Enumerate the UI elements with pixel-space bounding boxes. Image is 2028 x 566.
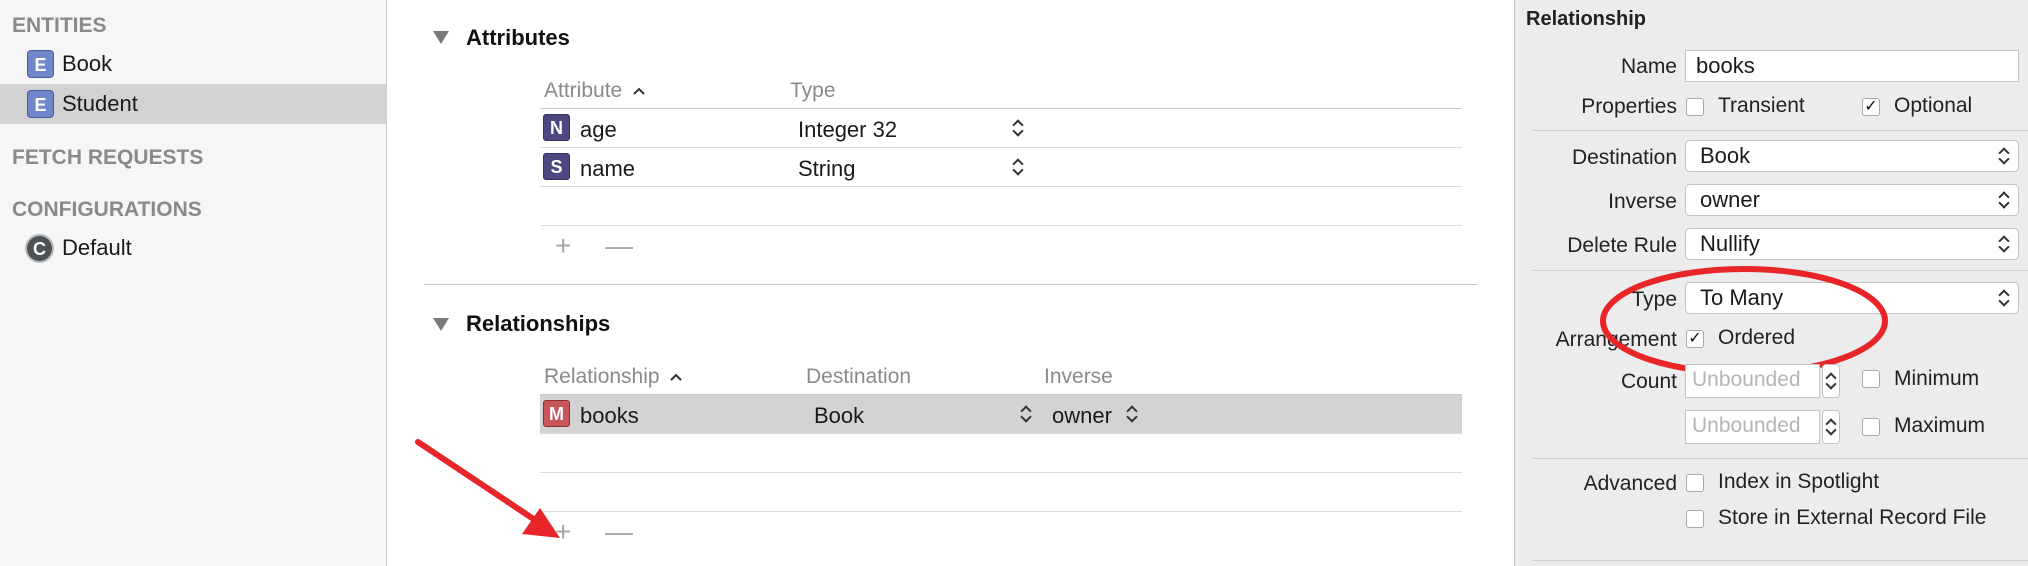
section-divider bbox=[424, 284, 1478, 285]
entity-icon: E bbox=[27, 50, 54, 78]
inspector-divider bbox=[1532, 560, 2028, 561]
external-record-checkbox[interactable] bbox=[1686, 510, 1704, 528]
minimum-count-stepper[interactable] bbox=[1822, 364, 1840, 398]
inverse-column-header[interactable]: Inverse bbox=[1044, 365, 1113, 389]
popup-stepper-icon bbox=[1998, 145, 2010, 167]
attribute-name[interactable]: name bbox=[580, 156, 635, 182]
relationship-type-icon: M bbox=[543, 400, 570, 427]
relationship-row-empty bbox=[540, 434, 1462, 473]
attribute-type[interactable]: String bbox=[798, 156, 855, 182]
add-attribute-button[interactable]: + bbox=[555, 230, 571, 262]
attribute-column-header[interactable]: Attribute bbox=[544, 79, 646, 103]
popup-stepper-icon bbox=[1998, 233, 2010, 255]
remove-attribute-button[interactable]: — bbox=[605, 230, 633, 262]
destination-popup[interactable]: Book bbox=[1685, 140, 2019, 172]
sort-ascending-icon bbox=[633, 88, 645, 96]
relationship-inverse[interactable]: owner bbox=[1052, 403, 1112, 429]
popup-stepper-icon[interactable] bbox=[1020, 403, 1032, 425]
attributes-section-title: Attributes bbox=[466, 25, 570, 50]
optional-checkbox[interactable]: ✓ bbox=[1862, 98, 1880, 116]
type-column-header[interactable]: Type bbox=[790, 79, 836, 103]
stepper-icon bbox=[1825, 370, 1837, 392]
remove-relationship-button[interactable]: — bbox=[605, 516, 633, 548]
annotation-ellipse bbox=[1600, 266, 1888, 376]
index-spotlight-checkbox[interactable] bbox=[1686, 474, 1704, 492]
maximum-count-stepper[interactable] bbox=[1822, 410, 1840, 444]
disclosure-triangle-icon[interactable] bbox=[433, 31, 449, 44]
entity-book[interactable]: E Book bbox=[0, 44, 386, 84]
popup-stepper-icon[interactable] bbox=[1012, 117, 1024, 139]
attribute-type-icon: S bbox=[543, 153, 570, 180]
maximum-checkbox[interactable] bbox=[1862, 418, 1880, 436]
inverse-value: owner bbox=[1700, 187, 1760, 212]
attribute-type-icon: N bbox=[543, 114, 570, 141]
configuration-label: Default bbox=[62, 235, 132, 260]
inverse-label: Inverse bbox=[1608, 190, 1677, 213]
annotation-arrow bbox=[415, 439, 560, 538]
optional-label: Optional bbox=[1894, 94, 1973, 117]
name-label: Name bbox=[1620, 55, 1677, 78]
popup-stepper-icon bbox=[1998, 189, 2010, 211]
entities-header: ENTITIES bbox=[12, 14, 107, 37]
popup-stepper-icon bbox=[1998, 287, 2010, 309]
destination-value: Book bbox=[1700, 143, 1751, 168]
fetch-requests-header: FETCH REQUESTS bbox=[12, 146, 204, 169]
attribute-row-name[interactable]: S name String bbox=[540, 148, 1462, 187]
relationships-section-title: Relationships bbox=[466, 311, 611, 336]
inspector-divider bbox=[1532, 458, 2028, 459]
attribute-row-empty bbox=[540, 187, 1462, 226]
index-spotlight-label: Index in Spotlight bbox=[1718, 470, 1880, 493]
external-record-label: Store in External Record File bbox=[1718, 506, 1987, 529]
delete-rule-value: Nullify bbox=[1700, 231, 1760, 256]
configuration-default[interactable]: C Default bbox=[0, 228, 386, 268]
maximum-count-field[interactable]: Unbounded bbox=[1685, 410, 1820, 444]
popup-stepper-icon[interactable] bbox=[1126, 403, 1138, 425]
inverse-popup[interactable]: owner bbox=[1685, 184, 2019, 216]
relationship-row-books[interactable]: M books Book owner bbox=[540, 395, 1462, 434]
relationship-name[interactable]: books bbox=[580, 403, 639, 429]
relationship-row-empty bbox=[540, 473, 1462, 512]
transient-label: Transient bbox=[1718, 94, 1805, 117]
entity-student[interactable]: E Student bbox=[0, 84, 386, 124]
destination-label: Destination bbox=[1571, 146, 1677, 169]
minimum-checkbox[interactable] bbox=[1862, 370, 1880, 388]
relationship-column-header[interactable]: Relationship bbox=[544, 365, 683, 389]
name-field[interactable]: books bbox=[1685, 50, 2019, 82]
sort-ascending-icon bbox=[670, 374, 683, 382]
configurations-header: CONFIGURATIONS bbox=[12, 198, 202, 221]
properties-label: Properties bbox=[1581, 95, 1677, 118]
attribute-name[interactable]: age bbox=[580, 117, 617, 143]
delete-rule-label: Delete Rule bbox=[1567, 234, 1677, 257]
relationship-destination[interactable]: Book bbox=[814, 403, 864, 429]
advanced-label: Advanced bbox=[1583, 472, 1677, 495]
entity-icon: E bbox=[27, 90, 54, 118]
minimum-label: Minimum bbox=[1894, 367, 1980, 390]
count-label: Count bbox=[1620, 370, 1677, 393]
inspector-divider bbox=[1532, 130, 2028, 131]
popup-stepper-icon[interactable] bbox=[1012, 156, 1024, 178]
disclosure-triangle-icon[interactable] bbox=[433, 318, 449, 331]
transient-checkbox[interactable] bbox=[1686, 98, 1704, 116]
delete-rule-popup[interactable]: Nullify bbox=[1685, 228, 2019, 260]
attribute-column-label: Attribute bbox=[544, 79, 623, 102]
stepper-icon bbox=[1825, 416, 1837, 438]
entity-label: Student bbox=[62, 91, 138, 116]
minimum-count-field[interactable]: Unbounded bbox=[1685, 364, 1820, 398]
attribute-type[interactable]: Integer 32 bbox=[798, 117, 897, 143]
entity-sidebar: ENTITIES E Book E Student FETCH REQUESTS… bbox=[0, 0, 387, 566]
attribute-row-age[interactable]: N age Integer 32 bbox=[540, 109, 1462, 148]
relationship-column-label: Relationship bbox=[544, 365, 660, 388]
configuration-icon: C bbox=[25, 234, 54, 263]
entity-label: Book bbox=[62, 51, 113, 76]
inspector-title: Relationship bbox=[1526, 8, 1647, 30]
destination-column-header[interactable]: Destination bbox=[806, 365, 911, 389]
maximum-label: Maximum bbox=[1894, 414, 1986, 437]
